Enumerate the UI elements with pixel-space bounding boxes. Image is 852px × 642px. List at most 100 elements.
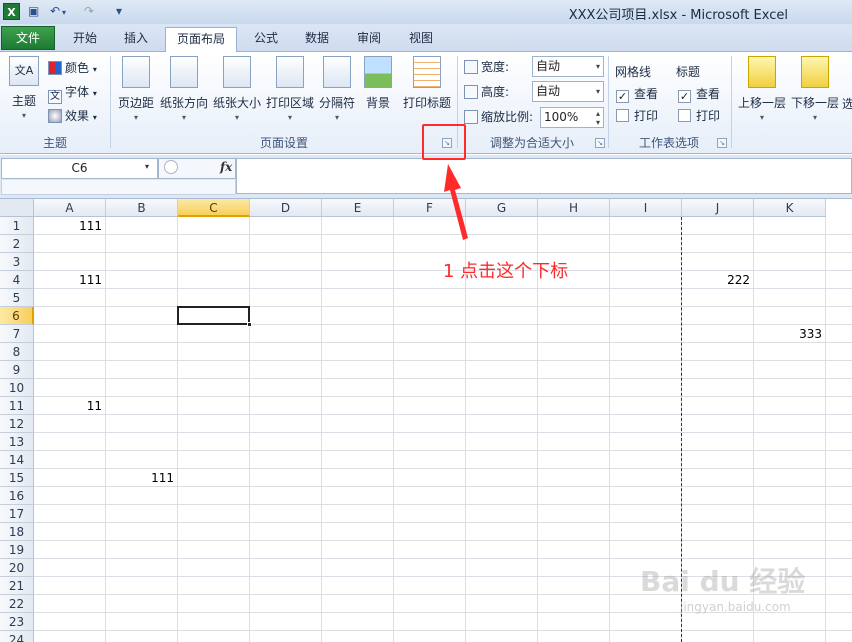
column-header-d[interactable]: D (250, 199, 322, 217)
breaks-button[interactable]: 分隔符 ▾ (316, 56, 358, 128)
column-header-e[interactable]: E (322, 199, 394, 217)
cell-k7[interactable]: 333 (754, 325, 826, 343)
window-title: XXX公司项目.xlsx - Microsoft Excel (568, 8, 788, 23)
row-header-20[interactable]: 20 (0, 559, 34, 577)
row-header-10[interactable]: 10 (0, 379, 34, 397)
grid-line-horizontal (34, 558, 852, 559)
column-header-b[interactable]: B (106, 199, 178, 217)
tab-home[interactable]: 开始 (62, 27, 108, 52)
chevron-down-icon: ▾ (595, 87, 600, 96)
print-titles-icon (413, 56, 441, 88)
scale-stepper[interactable]: 100% ▴ ▾ (540, 107, 604, 128)
row-header-22[interactable]: 22 (0, 595, 34, 613)
background-button[interactable]: 背景 (360, 56, 396, 128)
paper-size-icon (223, 56, 251, 88)
sheet-options-launcher-icon[interactable]: ↘ (717, 138, 727, 148)
bring-forward-button[interactable]: 上移一层 ▾ (736, 56, 788, 128)
row-header-1[interactable]: 1 (0, 217, 34, 235)
fill-handle[interactable] (247, 322, 252, 327)
tab-insert[interactable]: 插入 (113, 27, 159, 52)
cell-j4[interactable]: 222 (682, 271, 754, 289)
themes-button[interactable]: 文A 主题 ▾ (6, 56, 42, 128)
margins-button[interactable]: 页边距 ▾ (114, 56, 158, 128)
group-label-sheet-options: 工作表选项 (638, 136, 699, 150)
column-header-h[interactable]: H (538, 199, 610, 217)
insert-function-icon[interactable]: fx (220, 160, 232, 174)
row-header-16[interactable]: 16 (0, 487, 34, 505)
row-header-12[interactable]: 12 (0, 415, 34, 433)
selection-pane-button-partial[interactable]: 选 (842, 94, 852, 114)
scale-launcher-icon[interactable]: ↘ (595, 138, 605, 148)
tab-view[interactable]: 视图 (398, 27, 444, 52)
row-header-11[interactable]: 11 (0, 397, 34, 415)
row-header-14[interactable]: 14 (0, 451, 34, 469)
send-backward-icon (801, 56, 829, 88)
tab-file[interactable]: 文件 (1, 26, 55, 50)
row-header-24[interactable]: 24 (0, 631, 34, 642)
cell-a1[interactable]: 111 (34, 217, 106, 235)
formula-input[interactable] (236, 158, 852, 194)
cell-b15[interactable]: 111 (106, 469, 178, 487)
row-header-3[interactable]: 3 (0, 253, 34, 271)
row-header-2[interactable]: 2 (0, 235, 34, 253)
chevron-down-icon: ▾ (92, 113, 97, 122)
headings-print-checkbox[interactable]: 打印 (678, 106, 720, 126)
column-header-a[interactable]: A (34, 199, 106, 217)
column-header-k[interactable]: K (754, 199, 826, 217)
send-backward-button[interactable]: 下移一层 ▾ (790, 56, 840, 128)
chevron-down-icon: ▾ (812, 113, 817, 122)
grid-line-horizontal (34, 396, 852, 397)
theme-colors-button[interactable]: 颜色 ▾ (48, 58, 97, 78)
grid-line-horizontal (34, 252, 852, 253)
tab-review[interactable]: 审阅 (346, 27, 392, 52)
orientation-icon (170, 56, 198, 88)
theme-effects-button[interactable]: 效果 ▾ (48, 106, 97, 126)
stepper-arrows-icon[interactable]: ▴ ▾ (596, 109, 600, 127)
expand-icon[interactable] (164, 160, 178, 174)
row-header-9[interactable]: 9 (0, 361, 34, 379)
headings-view-checkbox[interactable]: ✓ 查看 (678, 84, 720, 104)
row-header-7[interactable]: 7 (0, 325, 34, 343)
height-dropdown[interactable]: 自动 ▾ (532, 81, 604, 102)
gridlines-view-checkbox[interactable]: ✓ 查看 (616, 84, 658, 104)
row-header-8[interactable]: 8 (0, 343, 34, 361)
size-button[interactable]: 纸张大小 ▾ (211, 56, 263, 128)
column-header-g[interactable]: G (466, 199, 538, 217)
checkmark-icon: ✓ (616, 90, 629, 103)
chevron-down-icon: ▾ (92, 89, 97, 98)
name-box[interactable]: C6 (1, 158, 158, 179)
column-header-f[interactable]: F (394, 199, 466, 217)
width-dropdown[interactable]: 自动 ▾ (532, 56, 604, 77)
column-header-c[interactable]: C (178, 199, 250, 217)
scale-icon (464, 110, 478, 124)
row-header-4[interactable]: 4 (0, 271, 34, 289)
column-header-j[interactable]: J (682, 199, 754, 217)
row-header-15[interactable]: 15 (0, 469, 34, 487)
print-area-button[interactable]: 打印区域 ▾ (264, 56, 316, 128)
row-header-17[interactable]: 17 (0, 505, 34, 523)
row-header-19[interactable]: 19 (0, 541, 34, 559)
theme-fonts-button[interactable]: 文字体 ▾ (48, 82, 97, 104)
row-header-13[interactable]: 13 (0, 433, 34, 451)
active-cell-c6[interactable] (177, 306, 250, 325)
chevron-down-icon[interactable]: ▾ (145, 162, 149, 171)
bring-forward-icon (748, 56, 776, 88)
chevron-down-icon: ▾ (92, 65, 97, 74)
row-header-5[interactable]: 5 (0, 289, 34, 307)
tab-page-layout[interactable]: 页面布局 (165, 27, 237, 53)
tab-data[interactable]: 数据 (294, 27, 340, 52)
group-label-scale-to-fit: 调整为合适大小 (489, 136, 574, 150)
orientation-button[interactable]: 纸张方向 ▾ (158, 56, 210, 128)
row-header-18[interactable]: 18 (0, 523, 34, 541)
column-header-i[interactable]: I (610, 199, 682, 217)
cell-a4[interactable]: 111 (34, 271, 106, 289)
grid-line-horizontal (34, 450, 852, 451)
row-header-6[interactable]: 6 (0, 307, 34, 325)
row-header-23[interactable]: 23 (0, 613, 34, 631)
cell-a11[interactable]: 11 (34, 397, 106, 415)
tab-formulas[interactable]: 公式 (243, 27, 289, 52)
print-titles-button[interactable]: 打印标题 (400, 56, 454, 128)
gridlines-print-checkbox[interactable]: 打印 (616, 106, 658, 126)
row-header-21[interactable]: 21 (0, 577, 34, 595)
annotation-highlight-box (422, 124, 466, 160)
